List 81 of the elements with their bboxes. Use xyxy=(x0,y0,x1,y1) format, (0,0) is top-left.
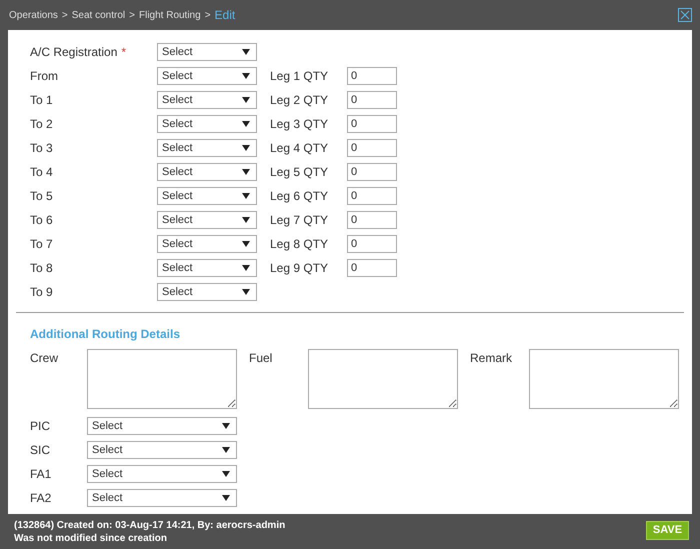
select-dropdown[interactable]: Select xyxy=(157,91,257,109)
caret-icon xyxy=(242,73,250,79)
caret-icon xyxy=(222,423,230,429)
select-dropdown[interactable]: Select xyxy=(87,489,237,507)
close-button[interactable] xyxy=(678,8,692,22)
caret-icon xyxy=(242,121,250,127)
field-label: FA1 xyxy=(30,466,52,483)
select-dropdown[interactable]: Select xyxy=(87,417,237,435)
field-label: Leg 7 QTY xyxy=(270,212,330,229)
caret-icon xyxy=(242,169,250,175)
note-textarea[interactable] xyxy=(87,349,237,409)
field-label: To 5 xyxy=(30,188,53,205)
qty-input[interactable]: 0 xyxy=(347,163,397,181)
qty-input[interactable]: 0 xyxy=(347,67,397,85)
breadcrumb-link[interactable]: Seat control xyxy=(72,8,126,22)
field-label: Leg 4 QTY xyxy=(270,140,330,157)
modified-info: Was not modified since creation xyxy=(14,532,168,545)
caret-icon xyxy=(222,447,230,453)
field-label: Leg 5 QTY xyxy=(270,164,330,181)
breadcrumb-link[interactable]: Flight Routing xyxy=(138,8,201,22)
select-dropdown[interactable]: Select xyxy=(87,441,237,459)
breadcrumb-link[interactable]: Operations xyxy=(9,8,58,22)
qty-input[interactable]: 0 xyxy=(347,259,397,277)
select-dropdown[interactable]: Select xyxy=(87,465,237,483)
caret-icon xyxy=(242,97,250,103)
select-dropdown[interactable]: Select xyxy=(157,115,257,133)
qty-input[interactable]: 0 xyxy=(347,187,397,205)
field-label: To 8 xyxy=(30,260,53,277)
field-label: To 6 xyxy=(30,212,53,229)
field-label: To 3 xyxy=(30,140,53,157)
field-label: PIC xyxy=(30,418,52,435)
field-label: Fuel xyxy=(249,350,274,367)
created-info: (132864) Created on: 03-Aug-17 14:21, By: aerocrs-admin xyxy=(14,519,286,532)
caret-icon xyxy=(242,265,250,271)
select-dropdown[interactable]: Select xyxy=(157,67,257,85)
field-label: Leg 1 QTY xyxy=(270,68,330,85)
select-dropdown[interactable]: Select xyxy=(157,259,257,277)
note-textarea[interactable] xyxy=(529,349,679,409)
qty-input[interactable]: 0 xyxy=(347,115,397,133)
breadcrumb-current: Edit xyxy=(214,7,236,24)
field-label: To 7 xyxy=(30,236,53,253)
field-label: FA2 xyxy=(30,490,52,507)
caret-icon xyxy=(242,145,250,151)
field-label: To 4 xyxy=(30,164,53,181)
select-dropdown[interactable]: Select xyxy=(157,235,257,253)
caret-icon xyxy=(242,49,250,55)
caret-icon xyxy=(222,471,230,477)
qty-input[interactable]: 0 xyxy=(347,235,397,253)
field-label: Leg 6 QTY xyxy=(270,188,330,205)
select-dropdown[interactable]: Select xyxy=(157,283,257,301)
select-dropdown[interactable]: Select xyxy=(157,211,257,229)
field-label: A/C Registration xyxy=(30,44,118,61)
section-title: Additional Routing Details xyxy=(30,326,181,343)
qty-input[interactable]: 0 xyxy=(347,91,397,109)
breadcrumb-separator: > xyxy=(62,8,68,22)
caret-icon xyxy=(242,289,250,295)
select-dropdown[interactable]: Select xyxy=(157,139,257,157)
field-label: SIC xyxy=(30,442,52,459)
field-label: To 2 xyxy=(30,116,53,133)
caret-icon xyxy=(242,217,250,223)
field-label: Leg 3 QTY xyxy=(270,116,330,133)
caret-icon xyxy=(222,495,230,501)
caret-icon xyxy=(242,241,250,247)
breadcrumb-separator: > xyxy=(129,8,135,22)
field-label: Leg 2 QTY xyxy=(270,92,330,109)
field-label: Crew xyxy=(30,350,60,367)
caret-icon xyxy=(242,193,250,199)
qty-input[interactable]: 0 xyxy=(347,139,397,157)
field-label: To 1 xyxy=(30,92,53,109)
field-label: Leg 8 QTY xyxy=(270,236,330,253)
field-label: Remark xyxy=(470,350,514,367)
note-textarea[interactable] xyxy=(308,349,458,409)
field-label: To 9 xyxy=(30,284,53,301)
qty-input[interactable]: 0 xyxy=(347,211,397,229)
select-dropdown[interactable]: Select xyxy=(157,43,257,61)
breadcrumb-separator: > xyxy=(204,8,211,22)
field-label: Leg 9 QTY xyxy=(270,260,330,277)
required-mark: * xyxy=(121,44,126,61)
select-dropdown[interactable]: Select xyxy=(157,163,257,181)
select-dropdown[interactable]: Select xyxy=(157,187,257,205)
field-label: From xyxy=(30,68,58,85)
